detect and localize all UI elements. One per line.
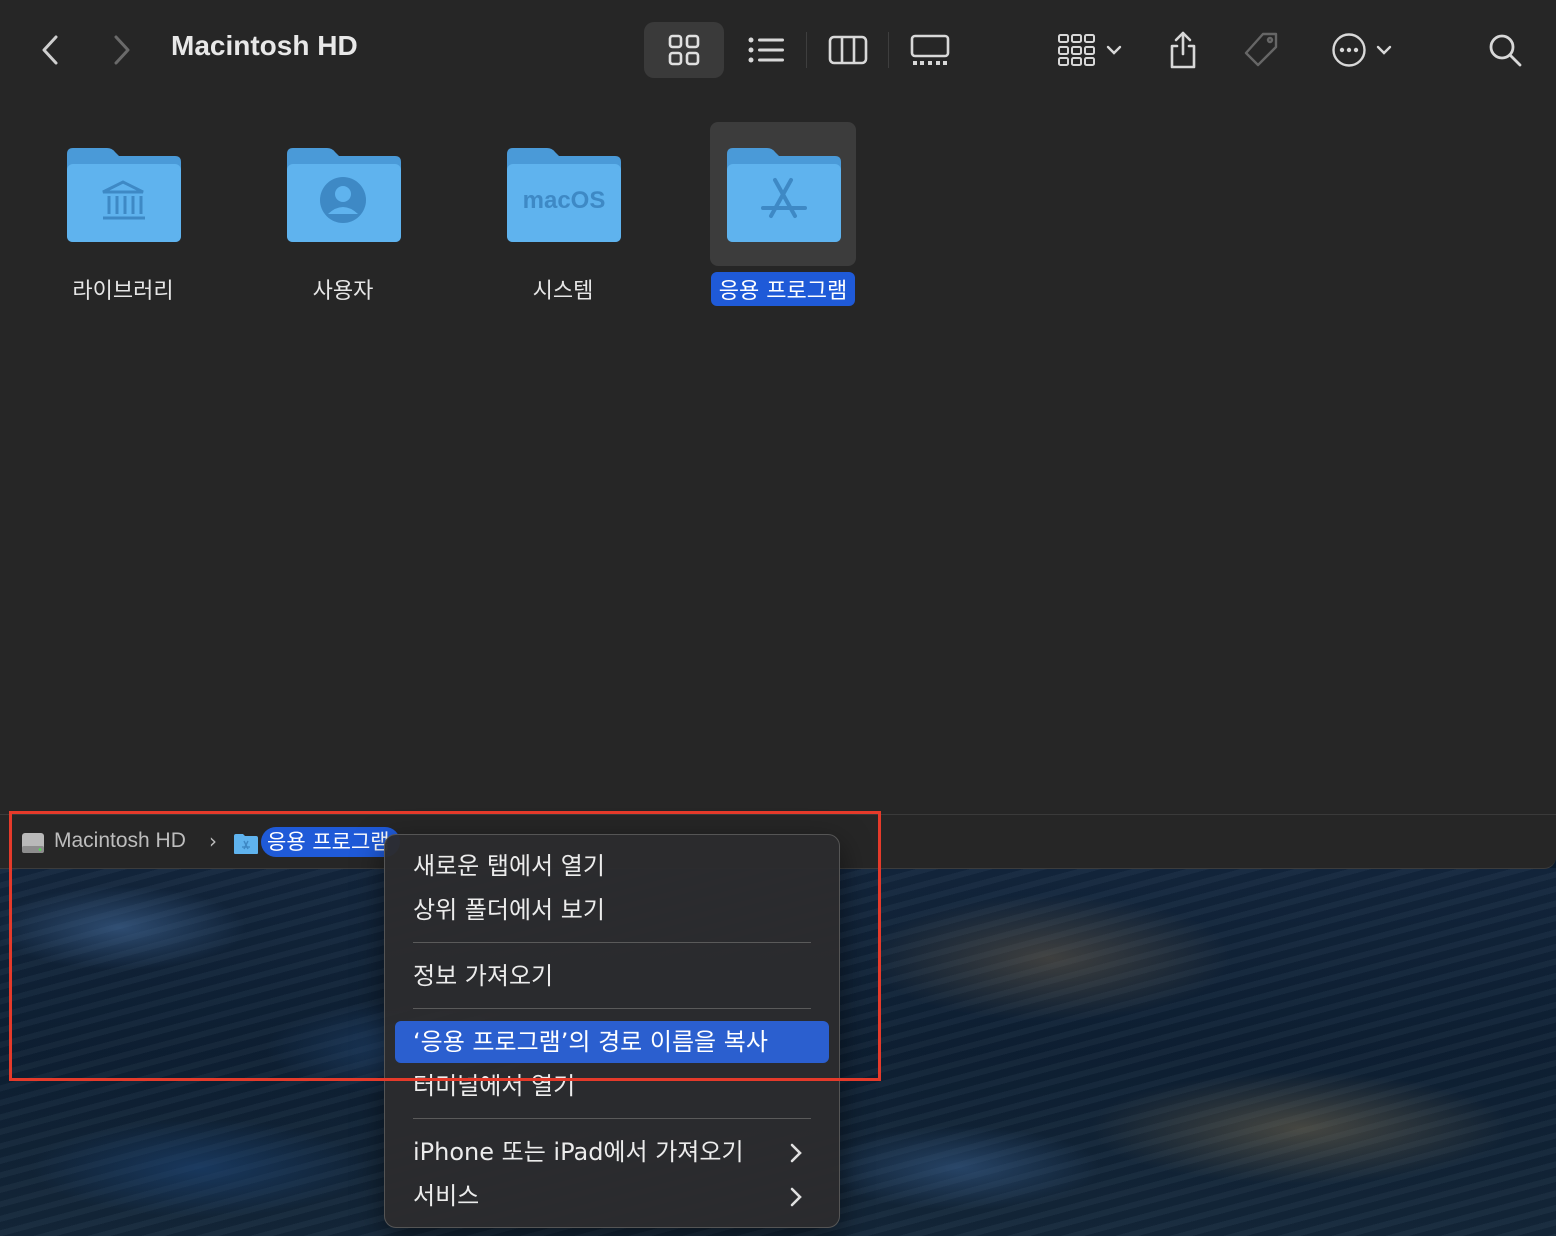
users-folder-icon — [287, 148, 401, 242]
chevron-left-icon — [42, 35, 58, 65]
folder-label: 시스템 — [532, 279, 594, 304]
chevron-right-icon — [114, 35, 130, 65]
search-button[interactable] — [1480, 22, 1530, 78]
share-icon — [1170, 31, 1196, 69]
forward-button[interactable] — [102, 30, 142, 70]
icon-view-button[interactable] — [644, 22, 724, 78]
folder-item-system[interactable]: macOS 시스템 — [490, 122, 636, 306]
group-by-button[interactable] — [1050, 22, 1130, 78]
system-folder-icon: macOS — [507, 148, 621, 242]
list-icon — [748, 37, 784, 63]
column-view-button[interactable] — [822, 22, 874, 78]
more-actions-button[interactable] — [1324, 22, 1400, 78]
toolbar-divider — [806, 32, 807, 68]
folder-item-applications[interactable]: 응용 프로그램 — [710, 122, 856, 306]
share-button[interactable] — [1158, 22, 1208, 78]
menu-item-label: iPhone 또는 iPad에서 가져오기 — [413, 1138, 744, 1166]
grid-icon — [668, 34, 700, 66]
menu-item-services[interactable]: 서비스 — [395, 1175, 829, 1217]
window-title: Macintosh HD — [171, 30, 358, 61]
chevron-down-icon — [1106, 45, 1122, 55]
list-view-button[interactable] — [740, 22, 792, 78]
toolbar-divider — [888, 32, 889, 68]
menu-item-label: 서비스 — [413, 1182, 480, 1210]
tag-icon — [1244, 32, 1278, 67]
library-folder-icon — [67, 148, 181, 242]
folder-label: 응용 프로그램 — [710, 272, 856, 306]
group-grid-icon — [1058, 34, 1095, 66]
columns-icon — [828, 35, 868, 65]
applications-folder-icon — [727, 148, 841, 242]
ellipsis-circle-icon — [1332, 33, 1366, 67]
menu-item-import-from-iphone[interactable]: iPhone 또는 iPad에서 가져오기 — [395, 1131, 829, 1173]
gallery-view-button[interactable] — [904, 22, 956, 78]
folder-item-library[interactable]: 라이브러리 — [50, 122, 196, 306]
folder-item-users[interactable]: 사용자 — [270, 122, 416, 306]
chevron-down-icon — [1376, 45, 1392, 55]
folder-label: 사용자 — [312, 279, 374, 304]
tag-button[interactable] — [1236, 22, 1286, 78]
finder-window: Macintosh HD 라이브러리 사용자 macOS 시스템 응용 프로그램… — [0, 0, 1556, 869]
submenu-chevron-icon — [789, 1175, 803, 1217]
submenu-chevron-icon — [789, 1131, 803, 1173]
toolbar: Macintosh HD — [0, 0, 1556, 100]
annotation-highlight-box — [9, 811, 881, 1081]
search-icon — [1489, 34, 1522, 67]
back-button[interactable] — [30, 30, 70, 70]
macos-badge-text: macOS — [523, 187, 606, 214]
folder-label: 라이브러리 — [72, 279, 174, 304]
gallery-icon — [910, 34, 950, 65]
menu-separator — [413, 1118, 811, 1119]
